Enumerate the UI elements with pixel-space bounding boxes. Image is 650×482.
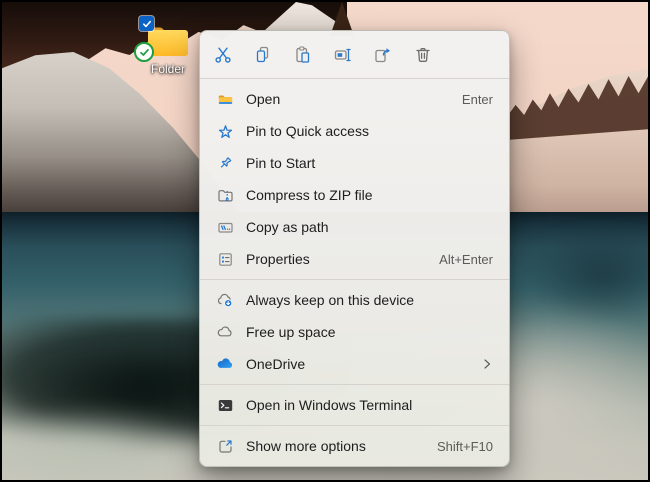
paste-button[interactable] bbox=[288, 40, 318, 70]
check-icon bbox=[142, 19, 152, 29]
menu-item-label: Always keep on this device bbox=[246, 292, 493, 308]
terminal-icon bbox=[216, 396, 234, 414]
menu-item-label: Show more options bbox=[246, 438, 425, 454]
menu-item-free-up-space[interactable]: Free up space bbox=[200, 316, 509, 348]
cloud-icon bbox=[216, 323, 234, 341]
rename-icon bbox=[333, 45, 353, 65]
menu-item-label: Properties bbox=[246, 251, 427, 267]
menu-item-pin-quick-access[interactable]: Pin to Quick access bbox=[200, 115, 509, 147]
desktop-folder-icon[interactable]: Folder bbox=[132, 14, 204, 76]
share-icon bbox=[373, 45, 393, 65]
pin-icon bbox=[216, 154, 234, 172]
paste-icon bbox=[293, 45, 313, 65]
cloud-download-icon bbox=[216, 291, 234, 309]
menu-item-label: Pin to Start bbox=[246, 155, 493, 171]
menu-section-terminal: Open in Windows Terminal bbox=[200, 385, 509, 425]
menu-item-label: Compress to ZIP file bbox=[246, 187, 493, 203]
delete-button[interactable] bbox=[408, 40, 438, 70]
menu-item-onedrive[interactable]: OneDrive bbox=[200, 348, 509, 380]
copy-path-icon bbox=[216, 218, 234, 236]
chevron-right-icon bbox=[481, 356, 493, 372]
menu-item-shortcut: Alt+Enter bbox=[439, 252, 493, 267]
rename-button[interactable] bbox=[328, 40, 358, 70]
properties-icon bbox=[216, 250, 234, 268]
menu-item-compress-zip[interactable]: Compress to ZIP file bbox=[200, 179, 509, 211]
menu-section-more: Show more options Shift+F10 bbox=[200, 426, 509, 466]
menu-item-copy-as-path[interactable]: Copy as path bbox=[200, 211, 509, 243]
menu-item-label: OneDrive bbox=[246, 356, 469, 372]
menu-item-label: Pin to Quick access bbox=[246, 123, 493, 139]
menu-item-shortcut: Shift+F10 bbox=[437, 439, 493, 454]
menu-item-show-more-options[interactable]: Show more options Shift+F10 bbox=[200, 430, 509, 462]
menu-item-shortcut: Enter bbox=[462, 92, 493, 107]
menu-section-onedrive: Always keep on this device Free up space bbox=[200, 280, 509, 384]
cut-button[interactable] bbox=[208, 40, 238, 70]
share-button[interactable] bbox=[368, 40, 398, 70]
menu-item-label: Open bbox=[246, 91, 450, 107]
menu-item-open[interactable]: Open Enter bbox=[200, 83, 509, 115]
onedrive-icon bbox=[216, 355, 234, 373]
open-external-icon bbox=[216, 437, 234, 455]
context-menu-toolbar bbox=[200, 31, 509, 78]
context-menu: Open Enter Pin to Quick access bbox=[199, 30, 510, 467]
open-folder-icon bbox=[216, 90, 234, 108]
selection-checkbox[interactable] bbox=[139, 16, 154, 31]
delete-icon bbox=[413, 45, 433, 65]
menu-item-pin-to-start[interactable]: Pin to Start bbox=[200, 147, 509, 179]
star-icon bbox=[216, 122, 234, 140]
sync-status-badge bbox=[134, 42, 154, 62]
copy-button[interactable] bbox=[248, 40, 278, 70]
desktop-screen: Folder bbox=[2, 2, 648, 480]
sync-check-icon bbox=[139, 47, 150, 58]
folder-label: Folder bbox=[132, 62, 204, 76]
menu-item-label: Open in Windows Terminal bbox=[246, 397, 493, 413]
wallpaper-reflection-light-left bbox=[2, 405, 212, 480]
menu-section-main: Open Enter Pin to Quick access bbox=[200, 79, 509, 279]
cut-icon bbox=[213, 45, 233, 65]
menu-item-open-windows-terminal[interactable]: Open in Windows Terminal bbox=[200, 389, 509, 421]
menu-item-label: Copy as path bbox=[246, 219, 493, 235]
menu-item-label: Free up space bbox=[246, 324, 493, 340]
zip-folder-icon bbox=[216, 186, 234, 204]
menu-item-properties[interactable]: Properties Alt+Enter bbox=[200, 243, 509, 275]
menu-item-always-keep-on-device[interactable]: Always keep on this device bbox=[200, 284, 509, 316]
copy-icon bbox=[253, 45, 273, 65]
